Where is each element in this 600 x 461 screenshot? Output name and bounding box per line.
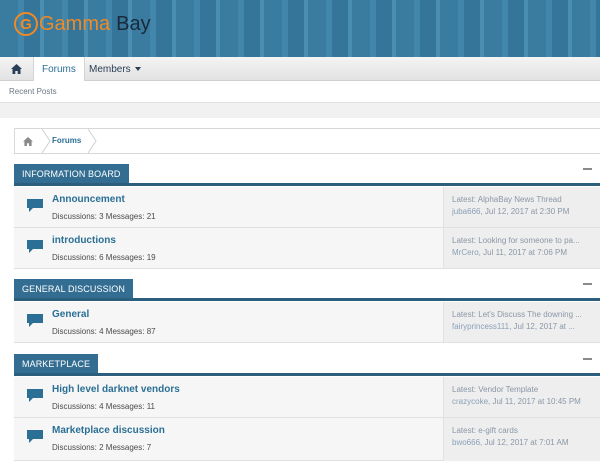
forum-latest-post: Latest: Vendor Template crazycoke, Jul 1…	[443, 377, 600, 417]
home-icon	[11, 64, 22, 74]
site-header: G Gamma Bay	[0, 0, 600, 57]
forum-stats: Discussions: 2 Messages: 7	[52, 443, 152, 452]
forum-latest-post: Latest: AlphaBay News Thread juba666, Ju…	[443, 187, 600, 227]
latest-thread-link[interactable]: e-gift cards	[478, 426, 518, 435]
latest-label: Latest:	[452, 310, 477, 319]
latest-date: , Jul 12, 2017 at 2:30 PM	[480, 207, 570, 216]
tab-forums-label: Forums	[42, 64, 76, 75]
latest-user-link[interactable]: bwo666	[452, 438, 480, 447]
forum-latest-post: Latest: Let's Discuss The downing ... fa…	[443, 302, 600, 342]
site-logo[interactable]: G Gamma Bay	[14, 11, 151, 37]
chevron-down-icon	[134, 67, 141, 71]
forum-title-link[interactable]: High level darknet vendors	[52, 384, 180, 395]
content-spacer	[0, 103, 600, 118]
forum-latest-post: Latest: e-gift cards bwo666, Jul 12, 201…	[443, 418, 600, 461]
forum-title-link[interactable]: introductions	[52, 235, 116, 246]
latest-user-link[interactable]: juba666	[452, 207, 480, 216]
logo-bay-text: Bay	[116, 12, 151, 35]
latest-thread-link[interactable]: AlphaBay News Thread	[478, 195, 562, 204]
forum-speech-bubble-icon	[27, 240, 43, 253]
latest-label: Latest:	[452, 195, 477, 204]
forum-title-link[interactable]: General	[52, 309, 89, 320]
breadcrumb-home-button[interactable]	[15, 129, 41, 153]
forum-title-link[interactable]: Announcement	[52, 194, 125, 205]
section-header-general-discussion: GENERAL DISCUSSION	[14, 279, 600, 301]
latest-user-link[interactable]: fairyprincess111	[452, 322, 509, 331]
forum-speech-bubble-icon	[27, 314, 43, 327]
logo-gamma-text: Gamma	[39, 12, 111, 35]
section-header-information-board: INFORMATION BOARD	[14, 164, 600, 186]
latest-label: Latest:	[452, 426, 477, 435]
nav-home-button[interactable]	[0, 57, 33, 81]
sub-navbar: Recent Posts	[0, 81, 600, 103]
section-title[interactable]: INFORMATION BOARD	[14, 164, 129, 183]
forum-row: Announcement Discussions: 3 Messages: 21…	[14, 187, 600, 228]
section-title[interactable]: MARKETPLACE	[14, 354, 99, 373]
forum-stats: Discussions: 4 Messages: 87	[52, 327, 156, 336]
forum-stats: Discussions: 6 Messages: 19	[52, 253, 156, 262]
forum-speech-bubble-icon	[27, 199, 43, 212]
forum-row: introductions Discussions: 6 Messages: 1…	[14, 228, 600, 269]
collapse-icon[interactable]	[583, 358, 592, 360]
main-navbar: Forums Members	[0, 57, 600, 82]
section-title[interactable]: GENERAL DISCUSSION	[14, 279, 133, 298]
latest-user-link[interactable]: MrCero	[452, 248, 479, 257]
tab-members-label: Members	[89, 63, 131, 75]
recent-posts-link[interactable]: Recent Posts	[9, 87, 57, 96]
forum-title-link[interactable]: Marketplace discussion	[52, 425, 165, 436]
latest-label: Latest:	[452, 385, 477, 394]
forum-row: High level darknet vendors Discussions: …	[14, 377, 600, 418]
latest-thread-link[interactable]: Looking for someone to pa...	[478, 236, 579, 245]
section-header-marketplace: MARKETPLACE	[14, 354, 600, 376]
breadcrumb: Forums	[14, 128, 600, 154]
forum-row: General Discussions: 4 Messages: 87 Late…	[14, 302, 600, 343]
latest-thread-link[interactable]: Let's Discuss The downing ...	[478, 310, 582, 319]
forum-stats: Discussions: 3 Messages: 21	[52, 212, 156, 221]
latest-thread-link[interactable]: Vendor Template	[478, 385, 538, 394]
collapse-icon[interactable]	[583, 283, 592, 285]
latest-date: , Jul 11, 2017 at 7:06 PM	[478, 248, 568, 257]
forum-row: Marketplace discussion Discussions: 2 Me…	[14, 418, 600, 461]
forum-speech-bubble-icon	[27, 389, 43, 402]
breadcrumb-forums-link[interactable]: Forums	[52, 136, 81, 145]
forum-speech-bubble-icon	[27, 430, 43, 443]
latest-date: , Jul 12, 2017 at 7:01 AM	[480, 438, 569, 447]
logo-mark: G	[14, 12, 38, 36]
latest-date: , Jul 11, 2017 at 10:45 PM	[488, 397, 581, 406]
latest-date: , Jul 12, 2017 at ...	[509, 322, 575, 331]
tab-members[interactable]: Members	[81, 57, 149, 81]
tab-forums[interactable]: Forums	[33, 57, 85, 82]
breadcrumb-separator	[87, 129, 97, 153]
collapse-icon[interactable]	[583, 168, 592, 170]
latest-label: Latest:	[452, 236, 477, 245]
breadcrumb-separator	[41, 129, 51, 153]
forum-stats: Discussions: 4 Messages: 11	[52, 402, 156, 411]
home-icon	[23, 136, 33, 146]
latest-user-link[interactable]: crazycoke	[452, 397, 488, 406]
forum-latest-post: Latest: Looking for someone to pa... MrC…	[443, 228, 600, 268]
